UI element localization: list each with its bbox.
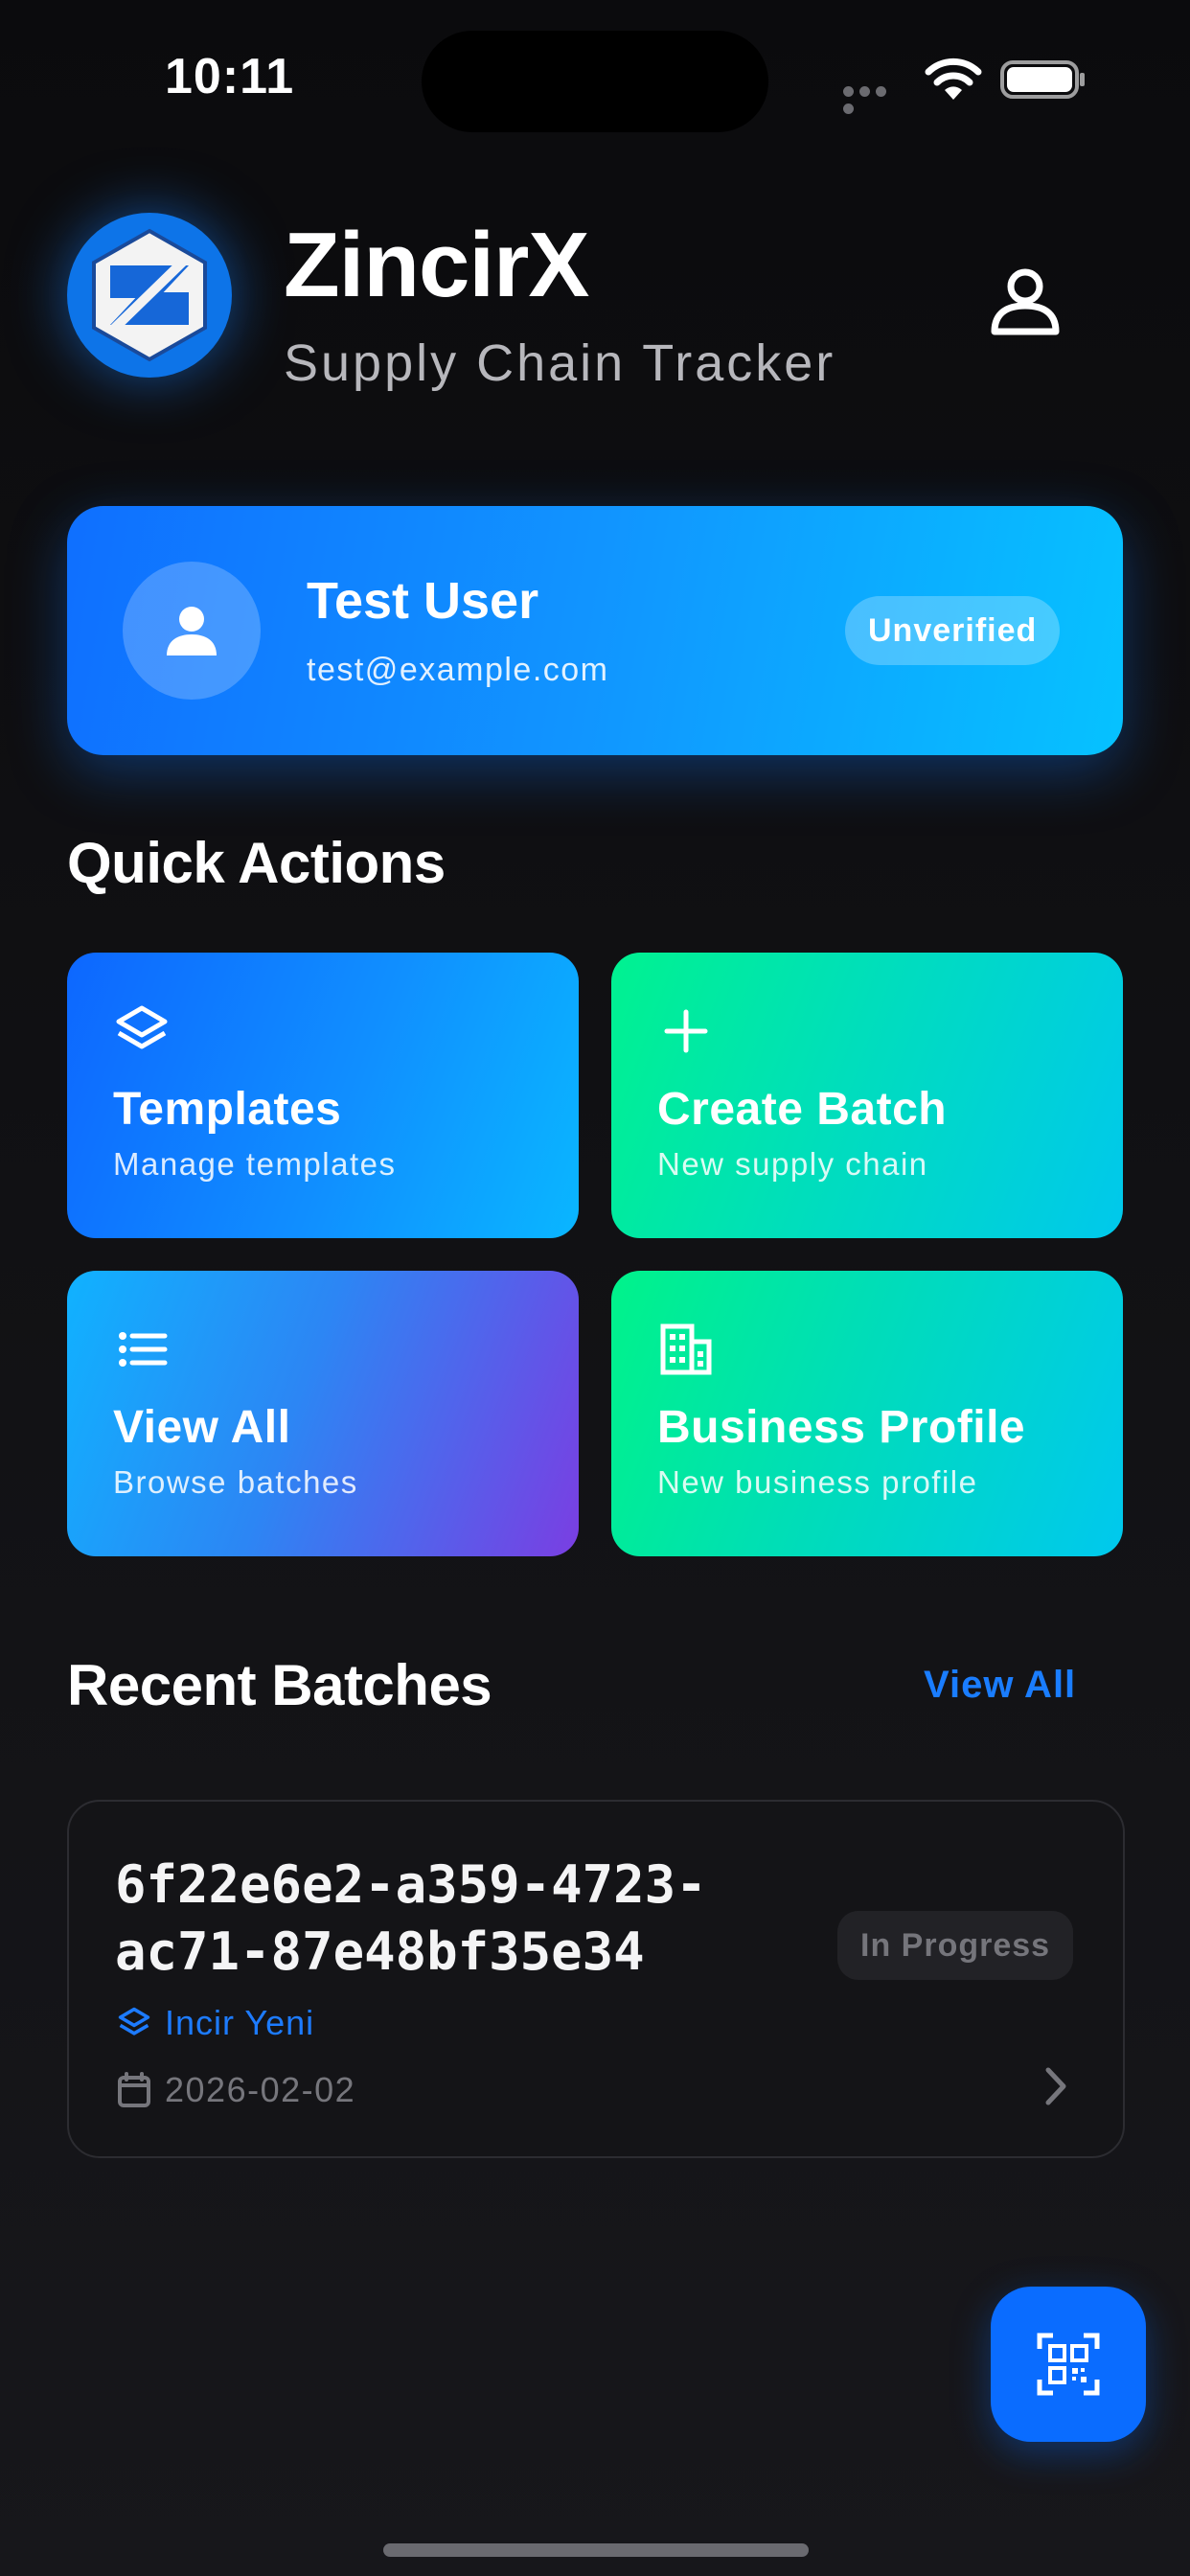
view-all-card-title: View All	[113, 1402, 291, 1453]
view-all-card[interactable]: View All Browse batches	[67, 1271, 579, 1556]
user-email: test@example.com	[307, 652, 609, 688]
layers-icon	[116, 1005, 168, 1049]
user-name: Test User	[307, 572, 539, 630]
home-indicator[interactable]	[383, 2543, 809, 2557]
templates-card-subtitle: Manage templates	[113, 1146, 397, 1182]
view-all-batches-link[interactable]: View All	[924, 1664, 1076, 1707]
user-outline-icon	[991, 268, 1060, 335]
profile-button[interactable]	[975, 251, 1075, 351]
wifi-icon	[925, 58, 982, 100]
batch-status-badge: In Progress	[837, 1911, 1074, 1980]
batch-date-row: 2026-02-02	[117, 2068, 355, 2112]
batch-template-row: Incir Yeni	[117, 2001, 314, 2045]
view-all-card-subtitle: Browse batches	[113, 1464, 358, 1500]
batch-list-item[interactable]: 6f22e6e2-a359-4723- ac71-87e48bf35e34 In…	[67, 1800, 1125, 2158]
create-batch-card[interactable]: Create Batch New supply chain	[611, 953, 1123, 1238]
status-time: 10:11	[165, 49, 295, 104]
app-subtitle: Supply Chain Tracker	[284, 334, 836, 392]
batch-id-line-1: 6f22e6e2-a359-4723-	[115, 1854, 707, 1915]
dynamic-island	[422, 31, 768, 132]
qr-scan-button[interactable]	[991, 2287, 1146, 2442]
verification-status-badge: Unverified	[845, 596, 1061, 665]
batch-template-name: Incir Yeni	[165, 2003, 315, 2042]
batch-date: 2026-02-02	[165, 2070, 356, 2109]
chevron-right-icon	[1045, 2067, 1066, 2105]
plus-icon	[664, 1009, 708, 1053]
qr-scan-icon	[1037, 2333, 1100, 2396]
batch-id: 6f22e6e2-a359-4723- ac71-87e48bf35e34	[115, 1852, 786, 1986]
business-profile-card[interactable]: Business Profile New business profile	[611, 1271, 1123, 1556]
templates-card[interactable]: Templates Manage templates	[67, 953, 579, 1238]
quick-actions-title: Quick Actions	[67, 831, 446, 895]
zincirx-logo-icon	[92, 228, 207, 362]
business-profile-card-title: Business Profile	[657, 1402, 1026, 1453]
layers-icon	[118, 2007, 150, 2036]
templates-card-title: Templates	[113, 1084, 342, 1135]
home-screen: 10:11 ZincirX Supply Chain Tracker Test …	[0, 0, 1190, 2576]
calendar-icon	[118, 2072, 150, 2107]
user-filled-icon	[167, 607, 217, 656]
list-icon	[119, 1332, 168, 1367]
create-batch-card-subtitle: New supply chain	[657, 1146, 928, 1182]
battery-icon	[1000, 60, 1085, 99]
user-avatar	[123, 562, 261, 700]
user-card[interactable]: Test User test@example.com Unverified	[67, 506, 1123, 755]
cellular-signal-icon	[843, 84, 906, 114]
business-profile-card-subtitle: New business profile	[657, 1464, 978, 1500]
app-title: ZincirX	[284, 214, 589, 316]
building-icon	[660, 1323, 712, 1375]
create-batch-card-title: Create Batch	[657, 1084, 948, 1135]
recent-batches-title: Recent Batches	[67, 1653, 492, 1717]
batch-id-line-2: ac71-87e48bf35e34	[115, 1921, 645, 1982]
app-logo	[67, 213, 232, 378]
